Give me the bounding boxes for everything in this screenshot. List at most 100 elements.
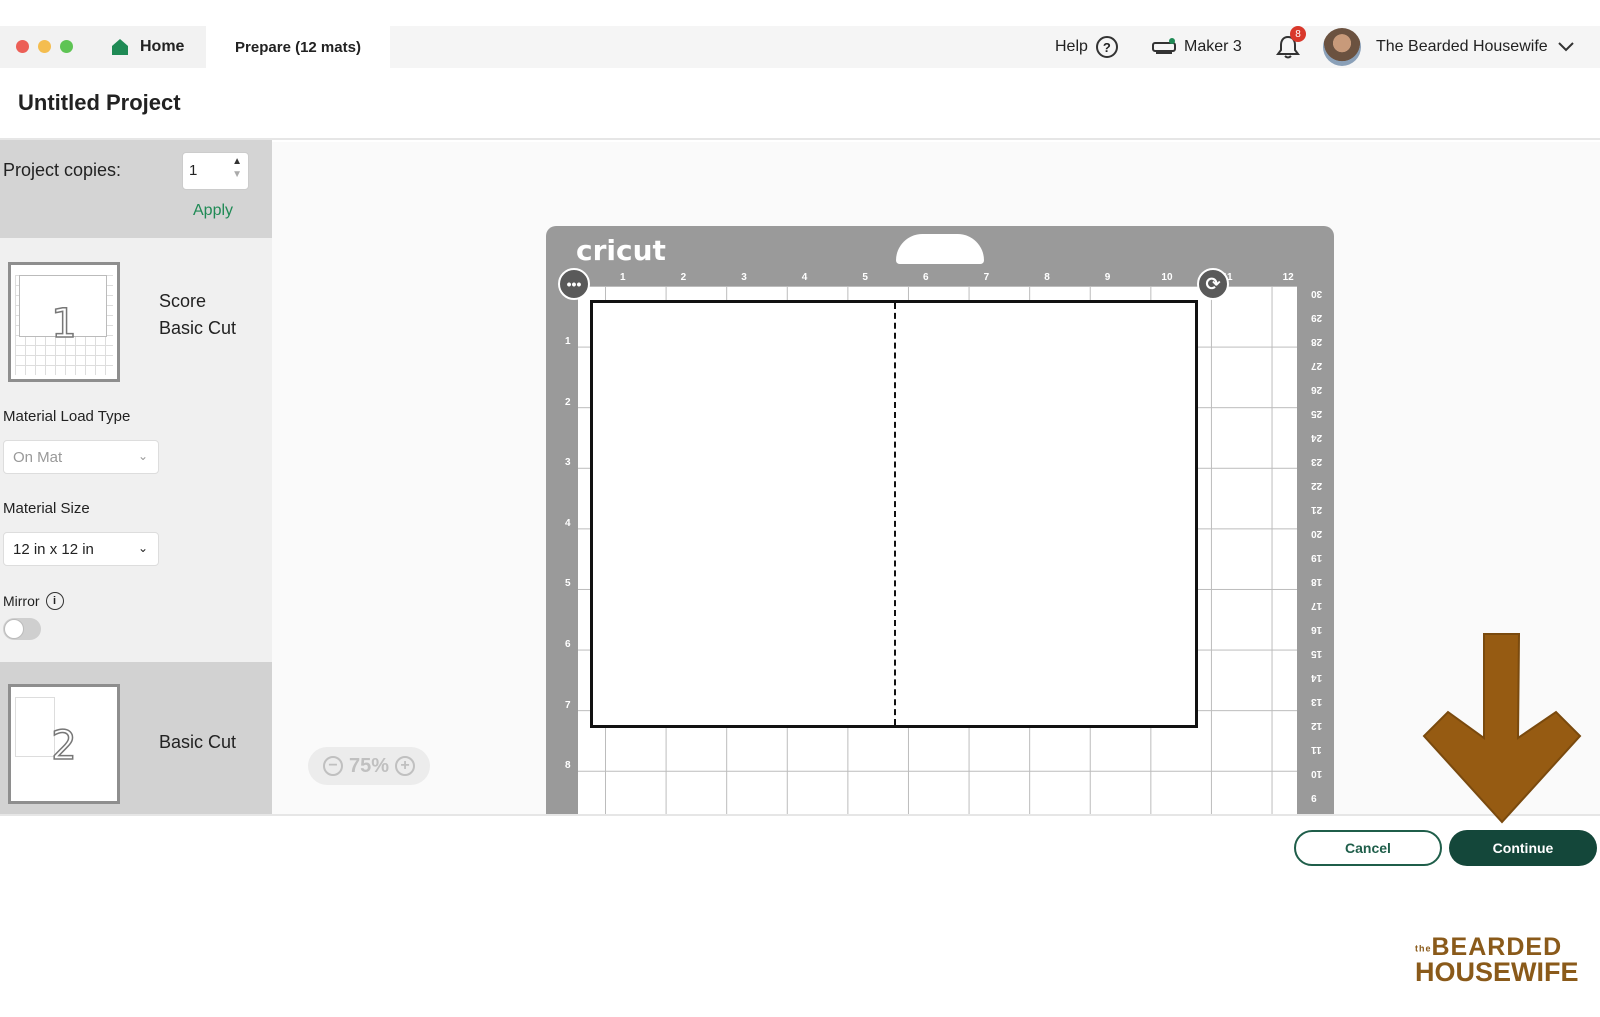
mat-brand-logo: cricut (576, 234, 666, 267)
left-ruler-tick: 1 (565, 336, 571, 347)
watermark-small: the (1415, 943, 1432, 954)
zoom-window-button[interactable] (60, 40, 73, 53)
top-ruler-tick: 1 (620, 272, 626, 283)
right-ruler-tick: 13 (1311, 696, 1323, 707)
right-ruler-tick: 9 (1311, 792, 1317, 803)
material-load-type-label: Material Load Type (3, 408, 131, 425)
mirror-label: Mirror (3, 593, 40, 609)
mat-1-thumbnail[interactable]: 1 (8, 262, 120, 382)
chevron-down-icon: ⌄ (137, 449, 148, 463)
right-ruler-tick: 21 (1311, 504, 1323, 515)
more-options-icon[interactable]: ••• (558, 268, 590, 300)
mat-1-number: 1 (51, 300, 78, 348)
rotate-icon[interactable]: ⟳ (1197, 268, 1229, 300)
project-copies-value: 1 (189, 162, 198, 179)
right-ruler-tick: 10 (1311, 768, 1323, 779)
top-ruler-tick: 9 (1104, 272, 1111, 283)
cancel-button[interactable]: Cancel (1294, 830, 1442, 866)
right-ruler-tick: 14 (1311, 672, 1323, 683)
top-ruler-tick: 6 (923, 272, 929, 283)
right-ruler-tick: 22 (1311, 480, 1323, 491)
close-window-button[interactable] (16, 40, 29, 53)
left-ruler-tick: 4 (565, 517, 571, 529)
top-ruler-tick: 2 (680, 272, 687, 283)
tab-prepare-label: Prepare (12 mats) (235, 38, 361, 56)
info-icon[interactable]: i (45, 592, 64, 610)
score-line (894, 303, 896, 725)
right-ruler-tick: 29 (1311, 312, 1323, 323)
left-ruler-tick: 3 (565, 457, 571, 469)
zoom-out-icon[interactable]: − (322, 756, 343, 776)
tab-prepare[interactable]: Prepare (12 mats) (206, 26, 390, 68)
left-ruler-tick: 8 (565, 760, 571, 772)
minimize-window-button[interactable] (38, 40, 51, 53)
project-title: Untitled Project (18, 90, 181, 115)
watermark-logo: theBEARDED HOUSEWIFE (1415, 935, 1579, 988)
top-ruler-tick: 8 (1044, 272, 1050, 283)
zoom-control: − 75% + (308, 747, 430, 785)
right-ruler-tick: 23 (1311, 456, 1323, 467)
machine-selector[interactable]: Maker 3 (1152, 26, 1242, 68)
mat-sidebar: Project copies: 1 ▲ ▼ Apply 1 Score Basi… (0, 140, 272, 814)
help-label: Help (1055, 38, 1088, 55)
left-ruler-tick: 2 (565, 396, 571, 408)
left-ruler-tick: 7 (565, 699, 571, 711)
chevron-down-icon: ⌄ (137, 541, 148, 555)
tab-home-label: Home (140, 38, 185, 55)
mat-1-operations: Score Basic Cut (159, 288, 236, 342)
user-name: The Bearded Housewife (1376, 38, 1548, 55)
top-ruler-tick: 12 (1282, 272, 1294, 283)
material-size-select[interactable]: 12 in x 12 in ⌄ (3, 532, 159, 566)
mat-2-operation-cut: Basic Cut (159, 732, 237, 752)
help-icon: ? (1095, 36, 1118, 58)
right-ruler-tick: 18 (1311, 576, 1323, 587)
project-header: Untitled Project (0, 68, 1600, 140)
top-bar: Home Prepare (12 mats) Help ? Maker 3 8 … (0, 26, 1600, 68)
right-ruler-tick: 19 (1311, 552, 1323, 563)
mat-2-section[interactable]: 2 Basic Cut (0, 662, 272, 814)
left-ruler-tick: 5 (565, 578, 571, 590)
help-button[interactable]: Help ? (1055, 26, 1118, 68)
right-ruler-tick: 24 (1311, 432, 1323, 443)
tab-home[interactable]: Home (98, 26, 206, 68)
stepper-up-icon[interactable]: ▲ (232, 155, 242, 168)
right-ruler-tick: 11 (1311, 744, 1322, 755)
top-ruler-tick: 7 (983, 272, 990, 283)
top-ruler-tick: 10 (1161, 272, 1173, 283)
zoom-level: 75% (348, 754, 390, 777)
right-ruler-tick: 12 (1311, 720, 1323, 731)
right-ruler-tick: 30 (1311, 288, 1323, 299)
project-copies-section: Project copies: 1 ▲ ▼ Apply (0, 140, 272, 238)
right-ruler-tick: 15 (1311, 648, 1323, 659)
stepper-down-icon[interactable]: ▼ (232, 168, 242, 181)
right-ruler-tick: 25 (1311, 408, 1323, 419)
right-ruler-tick: 20 (1311, 528, 1323, 539)
apply-button[interactable]: Apply (193, 202, 233, 220)
right-ruler-tick: 17 (1311, 600, 1323, 611)
zoom-in-icon[interactable]: + (395, 756, 416, 776)
mirror-toggle[interactable] (3, 618, 41, 640)
continue-button[interactable]: Continue (1449, 830, 1597, 866)
home-icon (112, 39, 128, 55)
notification-badge: 8 (1290, 26, 1306, 42)
right-ruler-tick: 28 (1311, 336, 1323, 347)
mat-notch (896, 234, 984, 264)
mat-1-operation-score: Score (159, 291, 207, 311)
project-copies-input[interactable]: 1 ▲ ▼ (182, 152, 249, 190)
mirror-row: Mirror i (3, 592, 64, 610)
card-design[interactable] (590, 300, 1198, 728)
top-ruler-tick: 5 (862, 272, 868, 283)
copies-stepper[interactable]: ▲ ▼ (232, 155, 242, 181)
chevron-down-icon (1557, 42, 1574, 52)
mat-2-thumbnail[interactable]: 2 (8, 684, 120, 804)
left-ruler-tick: 6 (565, 639, 571, 650)
top-ruler-tick: 3 (741, 272, 747, 283)
top-ruler-tick: 4 (801, 272, 808, 283)
avatar[interactable] (1323, 28, 1361, 66)
user-menu[interactable]: The Bearded Housewife (1376, 26, 1574, 68)
right-ruler-tick: 16 (1311, 624, 1323, 635)
machine-name: Maker 3 (1184, 38, 1242, 55)
watermark-line2: HOUSEWIFE (1415, 957, 1579, 988)
material-load-type-select[interactable]: On Mat ⌄ (3, 440, 159, 474)
material-size-value: 12 in x 12 in (13, 541, 94, 558)
